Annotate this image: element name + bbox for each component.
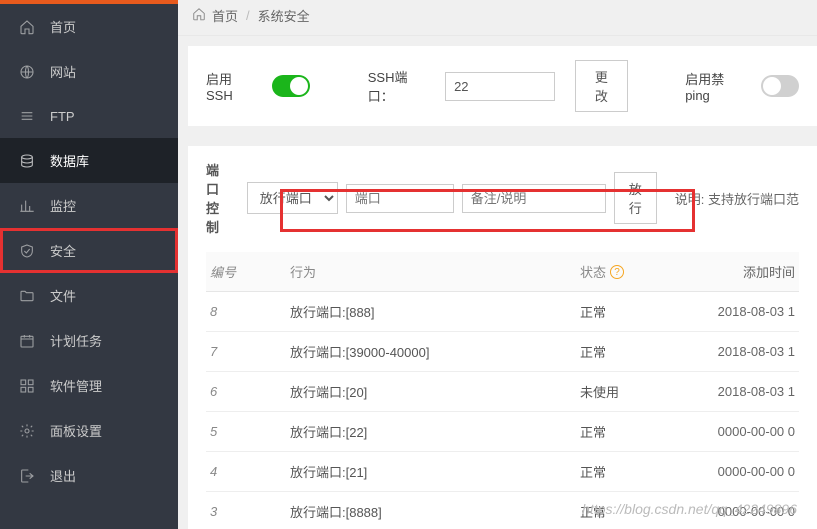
main-content: 首页 / 系统安全 启用SSH SSH端口： 更改 启用禁ping 端口控制 放… (178, 0, 817, 529)
home-icon (192, 7, 206, 24)
watermark: https://blog.csdn.net/qq_42249896 (582, 501, 797, 517)
change-button[interactable]: 更改 (575, 60, 628, 112)
cell-time: 2018-08-03 1 (690, 304, 795, 319)
port-type-select[interactable]: 放行端口 (247, 182, 338, 214)
sidebar-item-cron[interactable]: 计划任务 (0, 318, 178, 363)
sidebar-item-monitor[interactable]: 监控 (0, 183, 178, 228)
sidebar-item-security[interactable]: 安全 (0, 228, 178, 273)
sidebar-item-logout[interactable]: 退出 (0, 453, 178, 498)
sidebar-item-label: 数据库 (50, 151, 89, 170)
globe-icon (18, 63, 36, 81)
sidebar-item-label: 首页 (50, 17, 76, 36)
th-time: 添加时间 (690, 262, 795, 281)
gear-icon (18, 422, 36, 440)
sidebar-item-database[interactable]: 数据库 (0, 138, 178, 183)
cell-state: 正常 (580, 342, 690, 361)
ping-toggle[interactable] (761, 75, 799, 97)
cell-id: 4 (210, 464, 290, 479)
cell-state: 正常 (580, 462, 690, 481)
logout-icon (18, 467, 36, 485)
port-table: 编号 行为 状态 ? 添加时间 8放行端口:[888]正常2018-08-03 … (206, 252, 799, 529)
table-row: 7放行端口:[39000-40000]正常2018-08-03 1 (206, 332, 799, 372)
cell-time: 2018-08-03 1 (690, 344, 795, 359)
cell-id: 8 (210, 304, 290, 319)
cell-time: 0000-00-00 0 (690, 464, 795, 479)
ssh-toggle[interactable] (272, 75, 310, 97)
chart-icon (18, 197, 36, 215)
cell-action: 放行端口:[8888] (290, 502, 580, 521)
remark-input[interactable] (462, 184, 606, 213)
breadcrumb-current: 系统安全 (258, 6, 310, 25)
cell-state: 未使用 (580, 382, 690, 401)
sidebar-item-label: 退出 (50, 466, 76, 485)
cell-time: 0000-00-00 0 (690, 424, 795, 439)
sidebar-item-ftp[interactable]: FTP (0, 94, 178, 138)
table-row: 8放行端口:[888]正常2018-08-03 1 (206, 292, 799, 332)
sidebar-item-site[interactable]: 网站 (0, 49, 178, 94)
ftp-icon (18, 107, 36, 125)
sidebar-item-software[interactable]: 软件管理 (0, 363, 178, 408)
database-icon (18, 152, 36, 170)
table-row: 4放行端口:[21]正常0000-00-00 0 (206, 452, 799, 492)
cell-state: 正常 (580, 422, 690, 441)
th-action: 行为 (290, 262, 580, 281)
table-header: 编号 行为 状态 ? 添加时间 (206, 252, 799, 292)
sidebar-item-home[interactable]: 首页 (0, 4, 178, 49)
sidebar-item-label: 网站 (50, 62, 76, 81)
grid-icon (18, 377, 36, 395)
cell-action: 放行端口:[22] (290, 422, 580, 441)
sidebar-item-files[interactable]: 文件 (0, 273, 178, 318)
th-id: 编号 (210, 262, 290, 281)
ssh-panel: 启用SSH SSH端口： 更改 启用禁ping (188, 46, 817, 126)
sidebar-item-settings[interactable]: 面板设置 (0, 408, 178, 453)
shield-icon (18, 242, 36, 260)
calendar-icon (18, 332, 36, 350)
cell-action: 放行端口:[888] (290, 302, 580, 321)
sidebar-item-label: 计划任务 (50, 331, 102, 350)
folder-icon (18, 287, 36, 305)
ssh-port-label: SSH端口： (368, 67, 425, 105)
cell-id: 3 (210, 504, 290, 519)
port-control-panel: 端口控制 放行端口 放行 说明: 支持放行端口范 编号 行为 状态 ? 添加 (188, 146, 817, 529)
sidebar: 首页 网站 FTP 数据库 监控 安全 文件 计划任务 (0, 0, 178, 529)
cell-action: 放行端口:[20] (290, 382, 580, 401)
cell-id: 5 (210, 424, 290, 439)
port-note: 说明: 支持放行端口范 (675, 189, 799, 208)
port-input[interactable] (346, 184, 454, 213)
help-icon[interactable]: ? (610, 265, 624, 279)
breadcrumb: 首页 / 系统安全 (178, 0, 817, 36)
cell-id: 7 (210, 344, 290, 359)
home-icon (18, 18, 36, 36)
sidebar-item-label: 文件 (50, 286, 76, 305)
cell-id: 6 (210, 384, 290, 399)
breadcrumb-home[interactable]: 首页 (212, 6, 238, 25)
sidebar-item-label: 软件管理 (50, 376, 102, 395)
table-row: 6放行端口:[20]未使用2018-08-03 1 (206, 372, 799, 412)
sidebar-item-label: 面板设置 (50, 421, 102, 440)
sidebar-item-label: 安全 (50, 241, 76, 260)
th-state: 状态 ? (580, 262, 690, 281)
sidebar-item-label: FTP (50, 109, 75, 124)
cell-time: 2018-08-03 1 (690, 384, 795, 399)
enable-ssh-label: 启用SSH (206, 69, 252, 103)
breadcrumb-sep: / (246, 8, 250, 23)
cell-state: 正常 (580, 302, 690, 321)
port-control-title: 端口控制 (206, 160, 229, 236)
cell-action: 放行端口:[39000-40000] (290, 342, 580, 361)
ssh-port-input[interactable] (445, 72, 555, 101)
allow-button[interactable]: 放行 (614, 172, 657, 224)
cell-action: 放行端口:[21] (290, 462, 580, 481)
table-row: 5放行端口:[22]正常0000-00-00 0 (206, 412, 799, 452)
enable-ping-label: 启用禁ping (685, 69, 740, 103)
sidebar-item-label: 监控 (50, 196, 76, 215)
